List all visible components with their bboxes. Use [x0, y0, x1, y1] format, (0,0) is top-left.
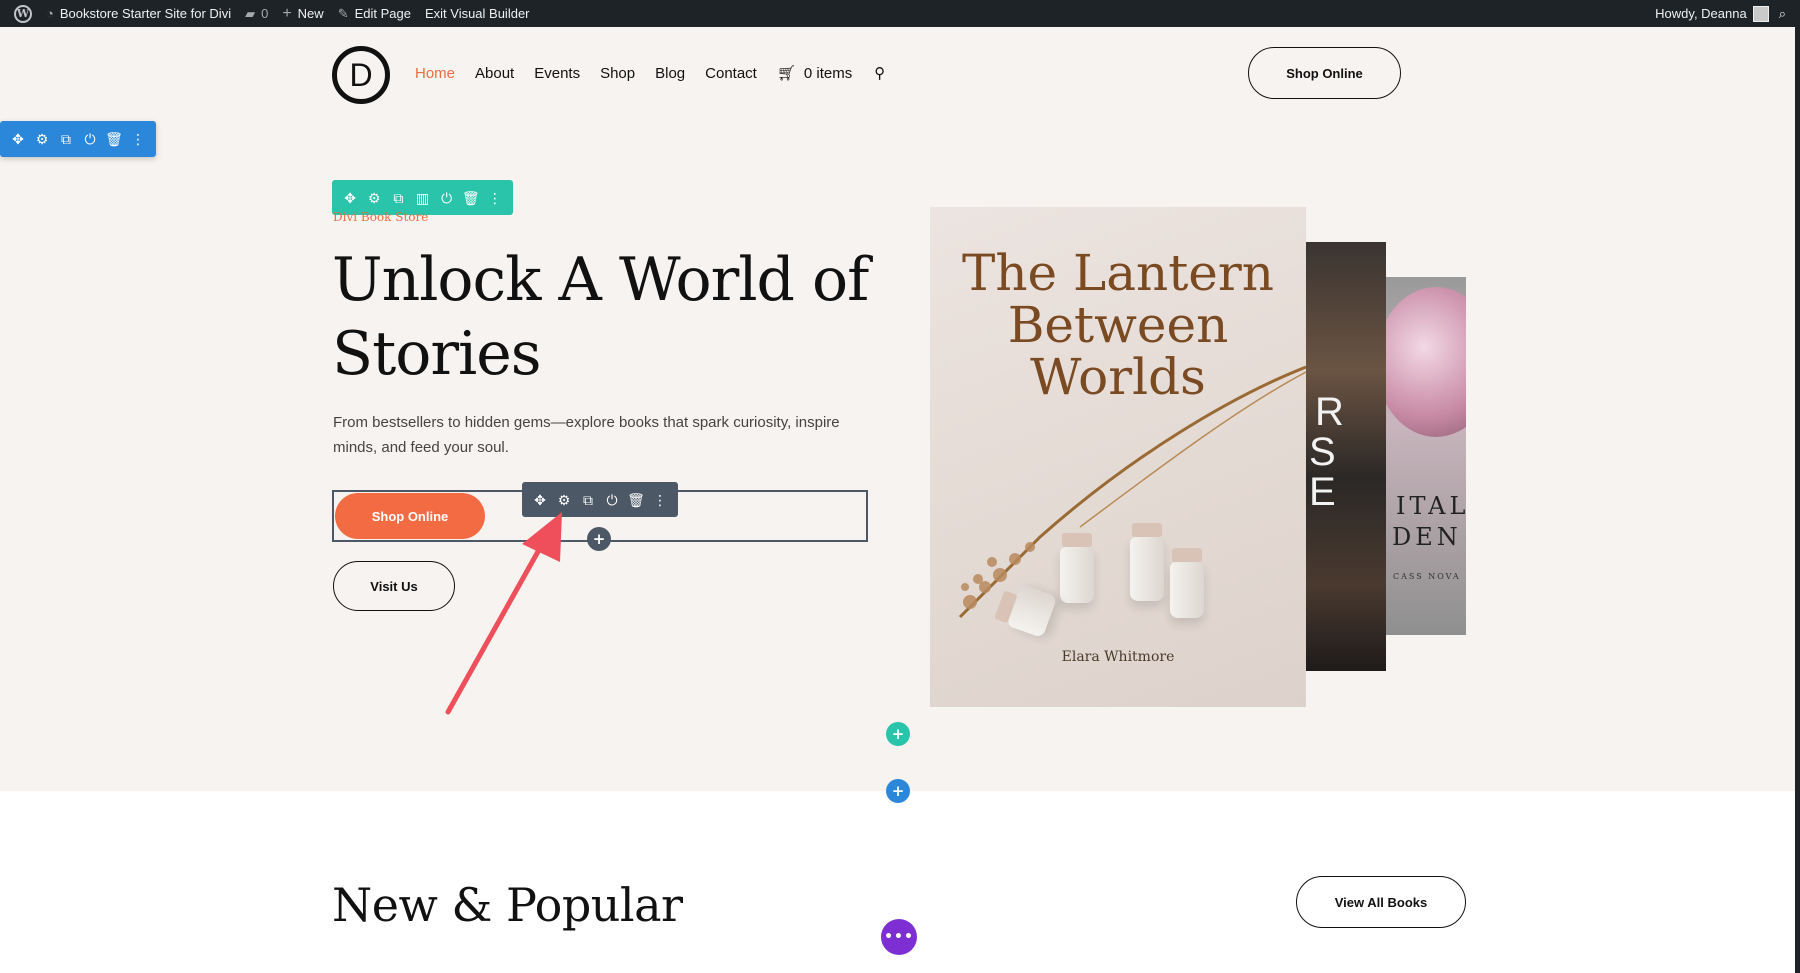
- middle-book-letter: R: [1315, 390, 1344, 434]
- jar: [1060, 533, 1094, 603]
- book-cover-front: The Lantern Between Worlds Elara Whitmor…: [930, 207, 1306, 707]
- more-options-icon[interactable]: ⋮: [651, 493, 669, 507]
- builder-settings-button[interactable]: •••: [881, 919, 917, 955]
- cart-count: 0 items: [803, 64, 853, 82]
- new-content-link[interactable]: + New: [282, 5, 323, 23]
- jar: [1170, 548, 1204, 618]
- nav-blog[interactable]: Blog: [655, 65, 685, 82]
- edit-page-link[interactable]: ✎ Edit Page: [338, 6, 411, 22]
- back-book-title-line1: ITAL: [1396, 492, 1466, 520]
- middle-book-letter: E: [1309, 470, 1336, 514]
- nav-about[interactable]: About: [475, 65, 514, 82]
- power-icon[interactable]: ⏻: [438, 191, 456, 205]
- main-nav: Home About Events Shop Blog Contact 🛒︎ 0…: [415, 64, 885, 83]
- flower-illustration: [1384, 287, 1466, 437]
- hero-eyebrow: Divi Book Store: [333, 210, 429, 224]
- module-toolbar: ✥ ⚙ ⧉ ⏻ 🗑︎ ⋮: [522, 482, 678, 517]
- dried-flower-illustration: [958, 365, 1306, 619]
- exit-visual-builder-link[interactable]: Exit Visual Builder: [425, 6, 530, 21]
- avatar: [1752, 5, 1769, 22]
- exit-builder-label: Exit Visual Builder: [424, 6, 530, 21]
- search-icon[interactable]: ⚲: [874, 64, 885, 82]
- greeting: Howdy, Deanna: [1655, 6, 1747, 21]
- search-icon[interactable]: ⌕: [1779, 6, 1786, 22]
- section-title: New & Popular: [332, 878, 683, 932]
- nav-home[interactable]: Home: [415, 65, 455, 82]
- add-module-button[interactable]: +: [587, 527, 611, 551]
- duplicate-icon[interactable]: ⧉: [57, 132, 75, 146]
- power-icon[interactable]: ⏻: [81, 132, 99, 146]
- add-section-button[interactable]: +: [886, 779, 910, 803]
- trash-icon[interactable]: 🗑︎: [105, 132, 123, 146]
- edit-page-label: Edit Page: [354, 6, 411, 21]
- builder-gutter: [1795, 27, 1800, 973]
- book-cover-back: ITAL DEN CASS NOVA: [1384, 277, 1466, 635]
- comment-count: 0: [261, 6, 269, 21]
- wp-admin-bar: W ◔ Bookstore Starter Site for Divi ▰ 0 …: [0, 0, 1800, 27]
- nav-contact[interactable]: Contact: [705, 65, 757, 82]
- duplicate-icon[interactable]: ⧉: [579, 493, 597, 507]
- pencil-icon: ✎: [337, 5, 349, 21]
- visit-us-button[interactable]: Visit Us: [333, 561, 455, 611]
- move-icon[interactable]: ✥: [9, 132, 27, 146]
- cart-link[interactable]: 🛒︎ 0 items: [776, 64, 853, 83]
- move-icon[interactable]: ✥: [531, 493, 549, 507]
- more-options-icon[interactable]: ⋮: [486, 191, 504, 205]
- duplicate-icon[interactable]: ⧉: [389, 191, 407, 205]
- header-shop-online-button[interactable]: Shop Online: [1248, 47, 1401, 99]
- account-menu[interactable]: Howdy, Deanna: [1655, 5, 1769, 22]
- site-name-link[interactable]: ◔ Bookstore Starter Site for Divi: [46, 6, 231, 21]
- trash-icon[interactable]: 🗑︎: [462, 191, 480, 205]
- nav-events[interactable]: Events: [534, 65, 580, 82]
- settings-icon[interactable]: ⚙: [33, 132, 51, 146]
- wordpress-icon: W: [14, 4, 32, 23]
- comment-icon: ▰: [245, 5, 256, 21]
- more-options-icon[interactable]: ⋮: [129, 132, 147, 146]
- plus-icon: +: [282, 4, 292, 22]
- book-cover-middle: R S E: [1305, 242, 1386, 671]
- power-icon[interactable]: ⏻: [603, 493, 621, 507]
- add-row-button[interactable]: +: [886, 722, 910, 746]
- jar: [1130, 523, 1164, 601]
- cart-icon: 🛒︎: [776, 65, 796, 82]
- new-label: New: [297, 6, 324, 21]
- view-all-books-button[interactable]: View All Books: [1296, 876, 1466, 928]
- hero-description: From bestsellers to hidden gems—explore …: [333, 414, 840, 456]
- settings-icon[interactable]: ⚙: [365, 191, 383, 205]
- dashboard-icon: ◔: [46, 6, 54, 21]
- logo-letter: D: [349, 56, 373, 93]
- trash-icon[interactable]: 🗑︎: [627, 493, 645, 507]
- back-book-title-line2: DEN: [1392, 523, 1462, 551]
- middle-book-letter: S: [1309, 430, 1336, 474]
- site-name: Bookstore Starter Site for Divi: [59, 6, 232, 21]
- columns-icon[interactable]: ▥: [413, 191, 431, 205]
- hero-title: Unlock A World of Stories: [332, 245, 869, 389]
- settings-icon[interactable]: ⚙: [555, 493, 573, 507]
- back-book-author: CASS NOVA: [1393, 572, 1461, 581]
- site-logo[interactable]: D: [332, 46, 390, 104]
- front-book-author: Elara Whitmore: [1061, 649, 1175, 665]
- section-toolbar: ✥ ⚙ ⧉ ⏻ 🗑︎ ⋮: [0, 121, 156, 157]
- nav-shop[interactable]: Shop: [600, 65, 635, 82]
- move-icon[interactable]: ✥: [341, 191, 359, 205]
- comments-link[interactable]: ▰ 0: [245, 6, 268, 22]
- wp-logo-menu[interactable]: W: [14, 4, 32, 23]
- hero-shop-online-button[interactable]: Shop Online: [335, 493, 485, 539]
